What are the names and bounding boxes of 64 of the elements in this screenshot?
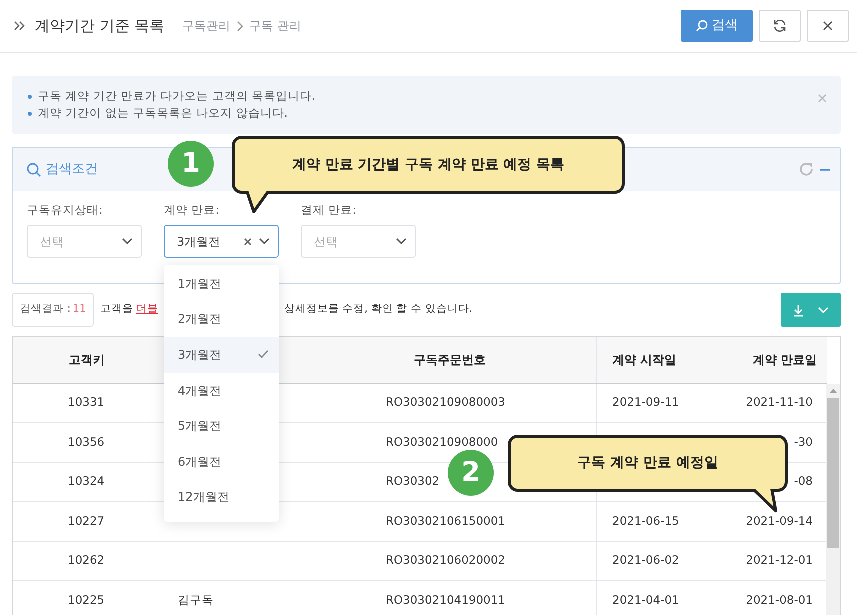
table-cell: 10262 [13, 541, 161, 580]
hint-text: 상세정보를 수정, 확인 할 수 있습니다. [284, 302, 473, 318]
callout-tail-icon [244, 191, 272, 215]
table-cell: 2021-04-01 [596, 580, 736, 615]
notice-text: 계약 기간이 없는 구독목록은 나오지 않습니다. [38, 105, 288, 122]
download-button[interactable] [781, 293, 841, 327]
chevron-down-icon [259, 238, 270, 245]
table-cell: RO30302109080003 [374, 383, 596, 422]
check-icon [258, 350, 269, 360]
close-icon [823, 21, 833, 31]
download-icon [793, 304, 804, 316]
close-button[interactable] [818, 94, 827, 103]
dropdown-option[interactable]: 4개월전 [164, 372, 279, 408]
panel-title: 검색조건 [46, 160, 98, 179]
search-icon [27, 162, 41, 176]
scrollbar[interactable] [826, 384, 840, 615]
dropdown-option[interactable]: 12개월전 [164, 480, 279, 516]
hint-link[interactable]: 더블 [136, 302, 158, 318]
table-cell: 2021-06-15 [596, 502, 736, 541]
callout-bubble: 구독 계약 만료 예정일 [508, 435, 788, 492]
close-icon [818, 94, 827, 103]
table-cell: 10356 [13, 422, 161, 462]
dropdown-option[interactable]: 2개월전 [164, 302, 279, 338]
filter-label: 계약 만료: [164, 203, 221, 217]
search-icon [696, 20, 708, 32]
refresh-icon[interactable] [799, 162, 814, 177]
chevron-right-icon [236, 20, 244, 32]
notice-text: 구독 계약 기간 만료가 다가오는 고객의 목록입니다. [38, 88, 316, 105]
table-cell: 10324 [13, 462, 161, 502]
column-header[interactable]: 계약 시작일 [596, 337, 736, 383]
page-title: 계약기간 기준 목록 [35, 16, 165, 37]
table-cell: 10227 [13, 502, 161, 541]
dropdown-option[interactable]: 5개월전 [164, 408, 279, 444]
table-cell: 2021-06-02 [596, 541, 736, 580]
table-cell: 10225 [13, 580, 161, 615]
bullet-icon [28, 94, 32, 98]
column-header[interactable]: 구독주문번호 [374, 337, 596, 383]
close-button[interactable] [807, 10, 849, 42]
table-cell: 김구독 [161, 580, 374, 615]
dropdown-option[interactable]: 3개월전 [164, 337, 279, 373]
table-cell: RO30302104190011 [374, 580, 596, 615]
table-cell: 2021-09-11 [596, 383, 736, 422]
column-header[interactable]: 계약 만료일 [736, 337, 827, 383]
refresh-icon [773, 19, 787, 33]
table-cell: RO30302106150001 [374, 502, 596, 541]
chevron-down-icon [818, 306, 829, 314]
filter-label: 구독유지상태: [27, 203, 104, 217]
bullet-icon [28, 112, 32, 116]
number-badge: 2 [448, 450, 494, 496]
dropdown-option[interactable]: 1개월전 [164, 266, 279, 302]
double-chevron-icon [14, 21, 25, 31]
clear-icon[interactable] [244, 238, 252, 246]
column-header[interactable]: 고객키 [13, 337, 161, 383]
dropdown-option[interactable]: 6개월전 [164, 444, 279, 480]
filter-label: 결제 만료: [301, 203, 358, 217]
callout-bubble: 계약 만료 기간별 구독 계약 만료 예정 목록 [232, 136, 625, 194]
chevron-down-icon [122, 238, 133, 245]
table-cell: 10331 [13, 383, 161, 422]
table-cell: RO30302106020002 [374, 541, 596, 580]
refresh-button[interactable] [759, 10, 801, 42]
chevron-down-icon [396, 238, 407, 245]
result-count: 검색결과 : 11 [12, 293, 94, 327]
hint-text: 고객을 [100, 302, 134, 318]
scroll-up-icon [830, 389, 836, 393]
